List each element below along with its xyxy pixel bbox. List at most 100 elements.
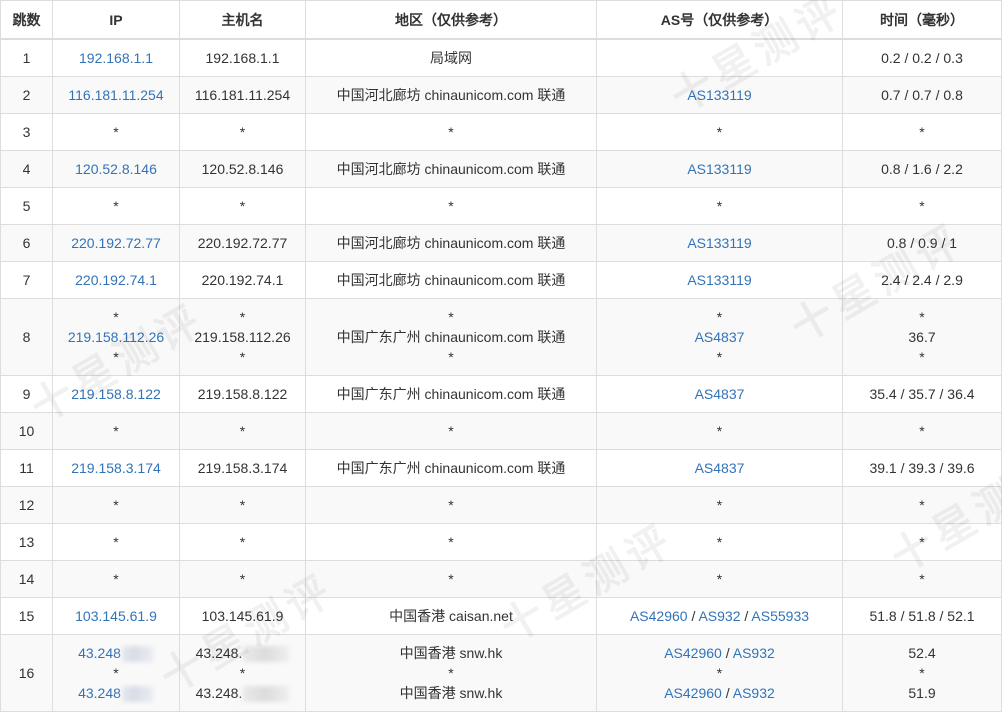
ip-link[interactable]: 116.181.11.254 — [57, 85, 175, 105]
hostname-text: 116.181.11.254 — [184, 85, 301, 105]
hostname-value: 220.192.72.77 — [197, 234, 288, 251]
traceroute-table: 跳数 IP 主机名 地区（仅供参考） AS号（仅供参考） 时间（毫秒） 1 192… — [0, 0, 1002, 712]
hostname-text: * — [184, 307, 301, 327]
time-text: 0.2 / 0.2 / 0.3 — [881, 49, 963, 66]
ip-link[interactable]: 120.52.8.146 — [57, 159, 175, 179]
time-text: * — [919, 570, 925, 587]
ip-text: * — [113, 533, 119, 550]
table-header-row: 跳数 IP 主机名 地区（仅供参考） AS号（仅供参考） 时间（毫秒） — [0, 0, 1002, 40]
time-cell: 39.1 / 39.3 / 39.6 — [842, 448, 1002, 487]
ip-link[interactable]: 43.248 — [57, 643, 175, 663]
table-row: 11 219.158.3.174 219.158.3.174 中国广东广州 china… — [0, 448, 1002, 487]
as-link[interactable]: AS133119 — [687, 87, 751, 103]
ip-text: 219.158.3.174 — [71, 459, 161, 476]
hop-cell: 2 — [0, 75, 53, 114]
ip-timeout: * — [57, 122, 175, 142]
as-line: AS133119 — [601, 85, 838, 105]
time-cell: * — [842, 112, 1002, 151]
time-text: * — [919, 308, 925, 325]
as-line: * — [601, 122, 838, 142]
time-text: 39.1 / 39.3 / 39.6 — [869, 459, 975, 476]
hostname-value: 192.168.1.1 — [205, 49, 280, 66]
ip-timeout: * — [57, 307, 175, 327]
region-text: 中国广东广州 chinaunicom.com 联通 — [336, 328, 566, 345]
table-row: 9 219.158.8.122 219.158.8.122 中国广东广州 chinau… — [0, 374, 1002, 413]
ip-link[interactable]: 103.145.61.9 — [57, 606, 175, 626]
time-cell: 35.4 / 35.7 / 36.4 — [842, 374, 1002, 413]
ip-timeout: * — [57, 347, 175, 367]
as-timeout: * — [716, 348, 723, 365]
redacted-ip-blur — [121, 685, 154, 702]
as-link[interactable]: AS42960 — [664, 685, 722, 701]
as-link[interactable]: AS932 — [698, 608, 740, 624]
header-ip: IP — [52, 0, 180, 40]
hostname-cell: 220.192.74.1 — [179, 260, 306, 299]
time-cell: * — [842, 559, 1002, 598]
region-text: 中国香港 caisan.net — [389, 607, 513, 624]
ip-link[interactable]: 220.192.72.77 — [57, 233, 175, 253]
as-cell: AS4837 — [596, 448, 843, 487]
ip-link[interactable]: 192.168.1.1 — [57, 48, 175, 68]
hostname-value: 43.248. — [195, 684, 243, 701]
as-link[interactable]: AS4837 — [695, 329, 745, 345]
as-cell — [596, 38, 843, 77]
hostname-cell: * — [179, 559, 306, 598]
ip-link[interactable]: 219.158.3.174 — [57, 458, 175, 478]
as-link[interactable]: AS133119 — [687, 161, 751, 177]
as-cell: * — [596, 485, 843, 524]
hostname-cell: * — [179, 411, 306, 450]
ip-timeout: * — [57, 532, 175, 552]
time-cell: 0.8 / 1.6 / 2.2 — [842, 149, 1002, 188]
hop-cell: 1 — [0, 38, 53, 77]
region-cell: * — [305, 559, 597, 598]
ip-link[interactable]: 43.248 — [57, 683, 175, 703]
as-line: AS4837 — [601, 384, 838, 404]
hostname-text: * — [184, 663, 301, 683]
table-row: 8 * 219.158.112.26 * * 219.158.112.26 * * 中国广东广州… — [0, 297, 1002, 376]
as-line: * — [601, 196, 838, 216]
as-link[interactable]: AS42960 — [630, 608, 688, 624]
hop-cell: 12 — [0, 485, 53, 524]
time-cell: * — [842, 522, 1002, 561]
hostname-value: 220.192.74.1 — [201, 271, 284, 288]
region-cell: 中国广东广州 chinaunicom.com 联通 — [305, 448, 597, 487]
hostname-value: 219.158.3.174 — [197, 459, 288, 476]
table-row: 12 * * * * * — [0, 485, 1002, 524]
region-text: * — [448, 570, 454, 587]
time-text: * — [919, 123, 925, 140]
hostname-value: 103.145.61.9 — [201, 607, 284, 624]
as-cell: AS42960 / AS932 * AS42960 / AS932 — [596, 633, 843, 712]
as-timeout: * — [716, 197, 723, 214]
as-link[interactable]: AS4837 — [695, 386, 745, 402]
table-row: 1 192.168.1.1 192.168.1.1 局域网 0.2 / 0.2 / 0.… — [0, 38, 1002, 77]
as-link[interactable]: AS932 — [733, 685, 775, 701]
region-cell: * — [305, 112, 597, 151]
as-link[interactable]: AS4837 — [695, 460, 745, 476]
as-link[interactable]: AS55933 — [751, 608, 809, 624]
redacted-ip-blur — [121, 645, 154, 662]
table-row: 14 * * * * * — [0, 559, 1002, 598]
as-link[interactable]: AS42960 — [664, 645, 722, 661]
region-cell: 中国香港 snw.hk * 中国香港 snw.hk — [305, 633, 597, 712]
as-link[interactable]: AS932 — [733, 645, 775, 661]
region-text: * — [448, 348, 454, 365]
as-link[interactable]: AS133119 — [687, 272, 751, 288]
hop-cell: 7 — [0, 260, 53, 299]
hop-cell: 5 — [0, 186, 53, 225]
hostname-text: 219.158.8.122 — [184, 384, 301, 404]
hop-cell: 6 — [0, 223, 53, 262]
ip-link[interactable]: 220.192.74.1 — [57, 270, 175, 290]
hop-cell: 13 — [0, 522, 53, 561]
ip-link[interactable]: 219.158.8.122 — [57, 384, 175, 404]
region-cell: 中国河北廊坊 chinaunicom.com 联通 — [305, 223, 597, 262]
region-text: 中国河北廊坊 chinaunicom.com 联通 — [336, 160, 566, 177]
as-cell: AS133119 — [596, 223, 843, 262]
as-line: AS42960 / AS932 — [601, 643, 838, 663]
time-text: 35.4 / 35.7 / 36.4 — [869, 385, 975, 402]
ip-text: 219.158.8.122 — [71, 385, 161, 402]
hostname-text: 220.192.72.77 — [184, 233, 301, 253]
hostname-text: 192.168.1.1 — [184, 48, 301, 68]
as-link[interactable]: AS133119 — [687, 235, 751, 251]
ip-link[interactable]: 219.158.112.26 — [57, 327, 175, 347]
time-text: 52.4 — [908, 644, 936, 661]
